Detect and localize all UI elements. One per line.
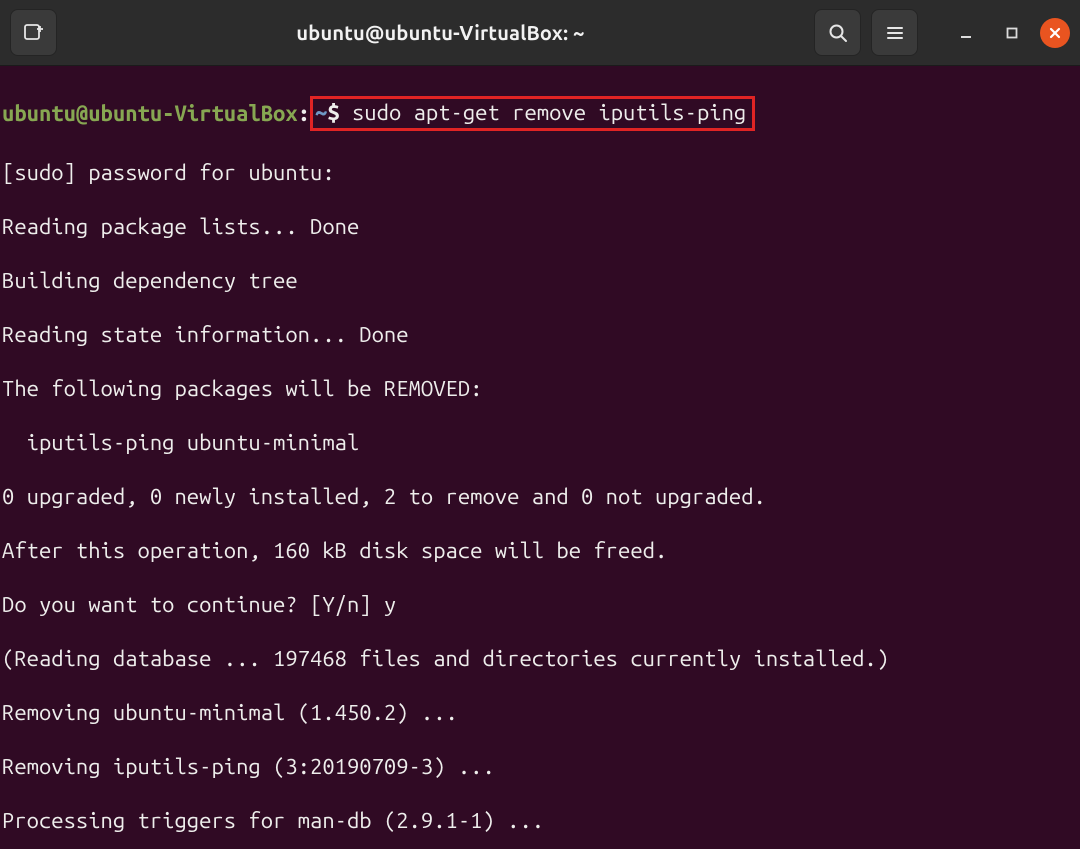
terminal-line: The following packages will be REMOVED: bbox=[2, 375, 1080, 402]
terminal-line: ubuntu@ubuntu-VirtualBox:~$ sudo apt-get… bbox=[2, 97, 1080, 132]
terminal-line: Do you want to continue? [Y/n] y bbox=[2, 591, 1080, 618]
terminal-line: Reading state information... Done bbox=[2, 321, 1080, 348]
minimize-icon bbox=[958, 25, 974, 41]
terminal-area[interactable]: ubuntu@ubuntu-VirtualBox:~$ sudo apt-get… bbox=[0, 66, 1080, 849]
command-highlight-box: ~$ sudo apt-get remove iputils-ping bbox=[310, 96, 755, 131]
command-text: sudo apt-get remove iputils-ping bbox=[352, 100, 746, 125]
terminal-line: 0 upgraded, 0 newly installed, 2 to remo… bbox=[2, 483, 1080, 510]
terminal-line: [sudo] password for ubuntu: bbox=[2, 159, 1080, 186]
terminal-line: (Reading database ... 197468 files and d… bbox=[2, 645, 1080, 672]
title-bar: ubuntu@ubuntu-VirtualBox: ~ bbox=[0, 0, 1080, 66]
terminal-line: Building dependency tree bbox=[2, 267, 1080, 294]
window-title: ubuntu@ubuntu-VirtualBox: ~ bbox=[67, 21, 814, 44]
menu-button[interactable] bbox=[871, 9, 918, 56]
terminal-line: After this operation, 160 kB disk space … bbox=[2, 537, 1080, 564]
minimize-button[interactable] bbox=[948, 15, 984, 51]
terminal-line: Removing ubuntu-minimal (1.450.2) ... bbox=[2, 699, 1080, 726]
maximize-icon bbox=[1004, 25, 1020, 41]
hamburger-icon bbox=[884, 22, 906, 44]
close-button[interactable] bbox=[1040, 18, 1070, 48]
terminal-line: Removing iputils-ping (3:20190709-3) ... bbox=[2, 753, 1080, 780]
terminal-line: Processing triggers for man-db (2.9.1-1)… bbox=[2, 807, 1080, 834]
prompt-dollar: $ bbox=[327, 100, 352, 125]
prompt-colon: : bbox=[298, 101, 310, 126]
prompt-userhost: ubuntu@ubuntu-VirtualBox bbox=[2, 101, 298, 126]
search-icon bbox=[827, 22, 849, 44]
new-tab-button[interactable] bbox=[10, 9, 57, 56]
terminal-line: iputils-ping ubuntu-minimal bbox=[2, 429, 1080, 456]
search-button[interactable] bbox=[814, 9, 861, 56]
new-tab-icon bbox=[23, 22, 45, 44]
terminal-line: Reading package lists... Done bbox=[2, 213, 1080, 240]
close-icon bbox=[1048, 26, 1062, 40]
maximize-button[interactable] bbox=[994, 15, 1030, 51]
prompt-path: ~ bbox=[315, 100, 327, 125]
